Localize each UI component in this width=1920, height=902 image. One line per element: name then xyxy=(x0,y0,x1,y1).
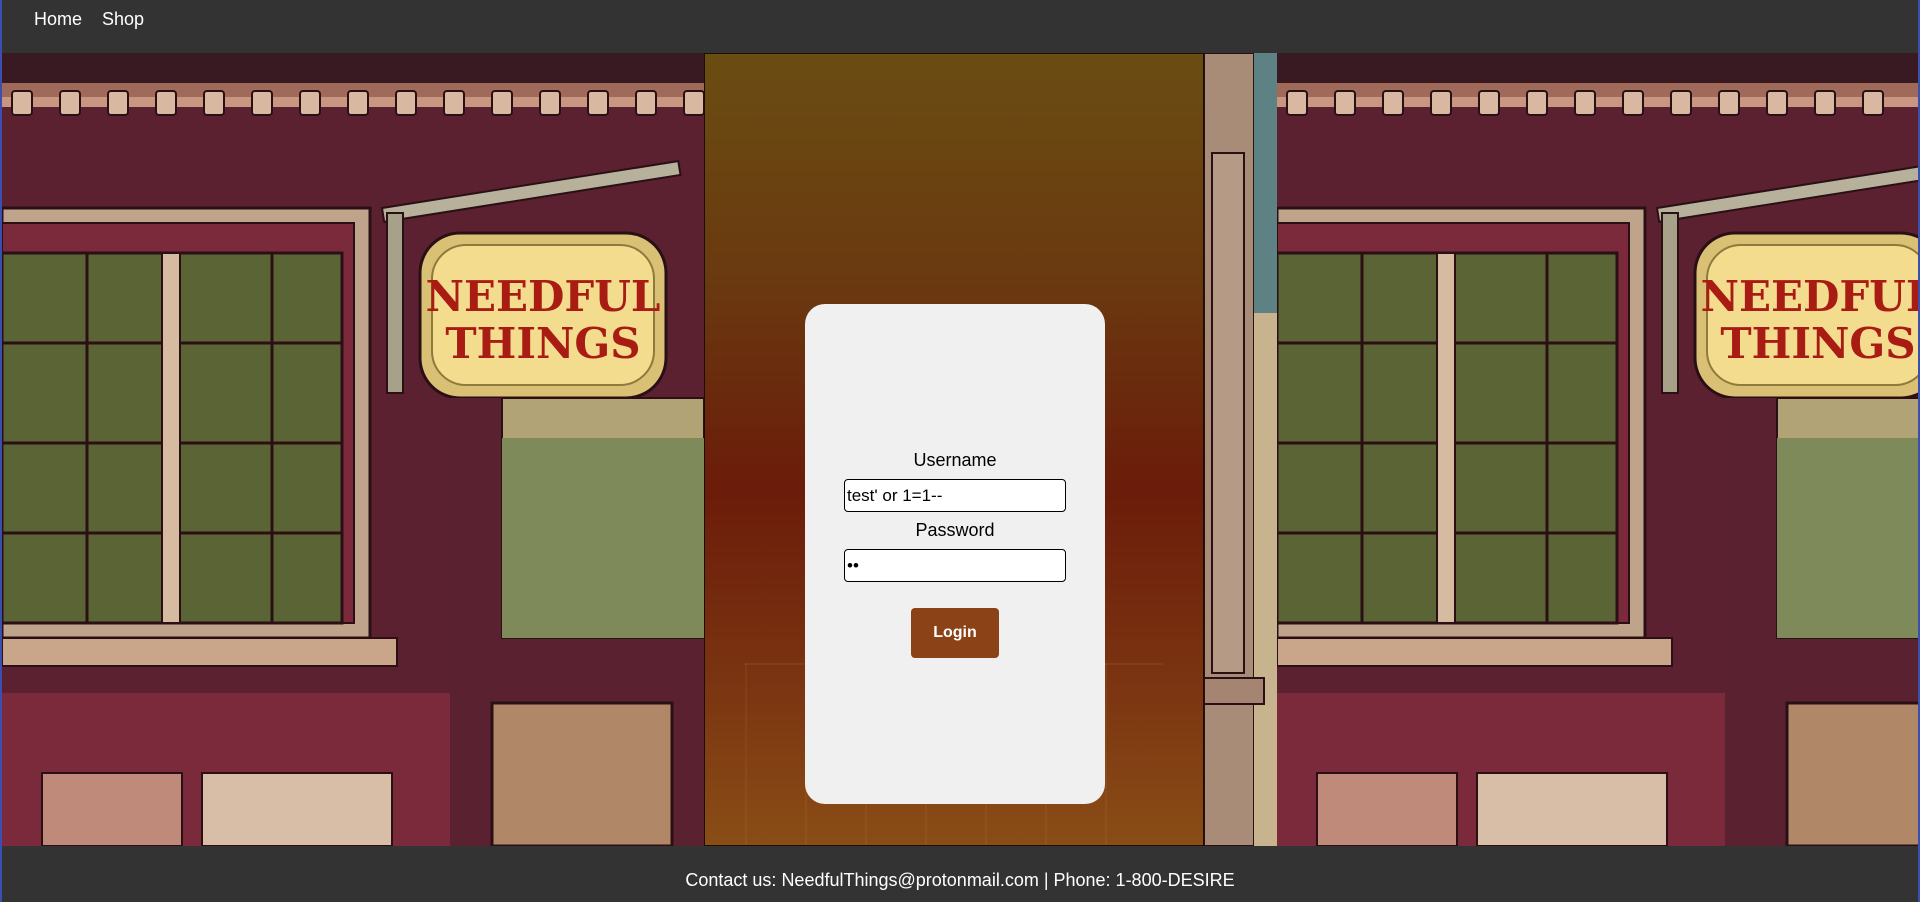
username-input[interactable] xyxy=(844,479,1066,512)
sign-text-line1-right: NEEDFUL xyxy=(1701,272,1918,321)
password-input[interactable] xyxy=(844,549,1066,582)
login-button[interactable]: Login xyxy=(911,608,999,658)
storefront-illustration-right: NEEDFUL THINGS xyxy=(1277,53,1918,846)
nav-home-link[interactable]: Home xyxy=(24,0,92,30)
username-label: Username xyxy=(913,450,997,470)
login-card: Username Password Login xyxy=(805,304,1105,804)
page-footer: Contact us: NeedfulThings@protonmail.com… xyxy=(2,846,1918,902)
storefront-strip xyxy=(1204,53,1277,846)
browser-viewport: Home Shop NEEDFUL THINGS Username test' … xyxy=(0,0,1920,902)
nav-shop-link[interactable]: Shop xyxy=(92,0,154,30)
storefront-illustration-left: NEEDFUL THINGS xyxy=(2,53,704,846)
sign-text-line2-right: THINGS xyxy=(1720,319,1915,368)
top-navigation: Home Shop xyxy=(2,0,1918,53)
footer-contact-text: Contact us: NeedfulThings@protonmail.com… xyxy=(685,870,1235,890)
sign-text-line1: NEEDFUL xyxy=(426,272,661,321)
login-panel-column: Username Password Login xyxy=(704,53,1204,846)
password-label: Password xyxy=(915,520,995,540)
sign-text-line2: THINGS xyxy=(445,319,640,368)
hero-background: NEEDFUL THINGS Username Password xyxy=(2,53,1918,846)
